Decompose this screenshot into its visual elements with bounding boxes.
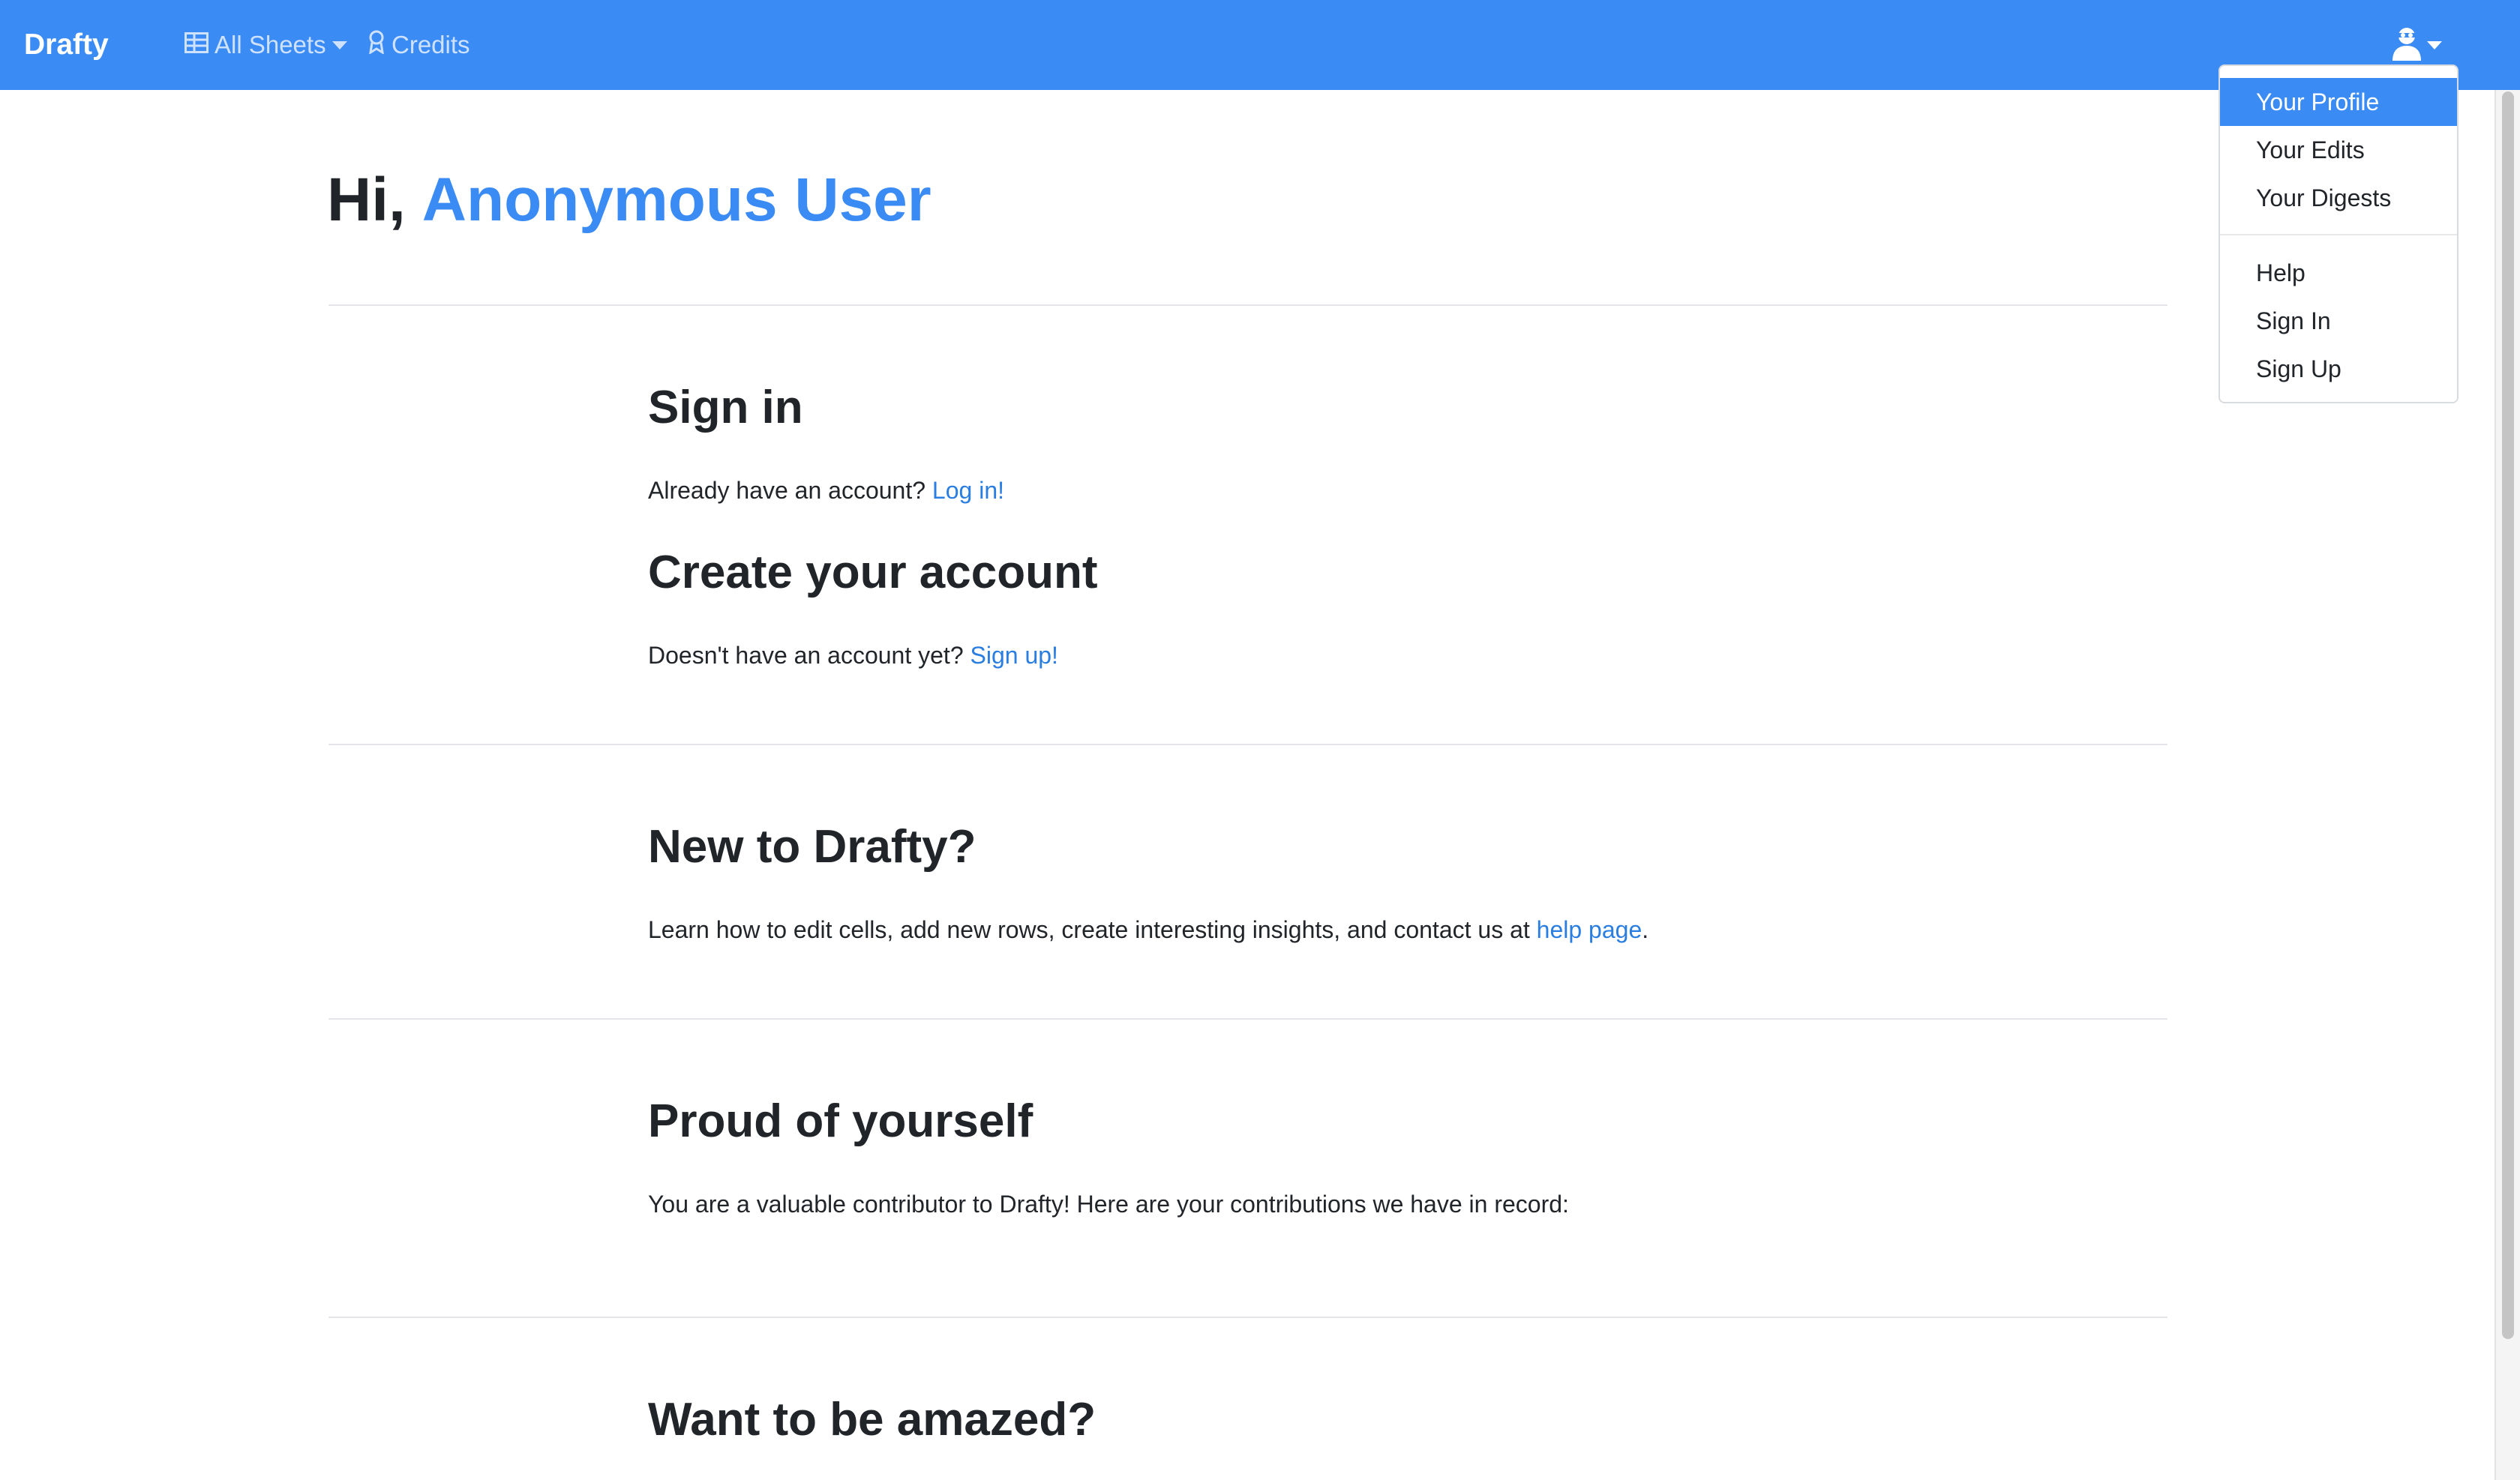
brand-logo[interactable]: Drafty bbox=[24, 0, 109, 90]
divider bbox=[328, 744, 2168, 745]
table-icon bbox=[184, 31, 214, 59]
page-scrollbar[interactable] bbox=[2494, 90, 2520, 1480]
sign-in-heading: Sign in bbox=[648, 382, 803, 433]
menu-item-help[interactable]: Help bbox=[2220, 249, 2457, 297]
create-account-text: Doesn't have an account yet? Sign up! bbox=[648, 639, 1058, 672]
help-page-link[interactable]: help page bbox=[1537, 916, 1642, 943]
menu-item-sign-up[interactable]: Sign Up bbox=[2220, 345, 2457, 393]
new-to-drafty-description: Learn how to edit cells, add new rows, c… bbox=[648, 916, 1530, 943]
user-menu-toggle[interactable] bbox=[2391, 22, 2442, 67]
award-icon bbox=[368, 30, 392, 60]
menu-divider bbox=[2220, 234, 2457, 235]
new-to-drafty-heading: New to Drafty? bbox=[648, 821, 976, 873]
create-account-heading: Create your account bbox=[648, 547, 1098, 598]
chevron-down-icon bbox=[2427, 40, 2442, 49]
all-sheets-label: All Sheets bbox=[214, 31, 326, 58]
menu-item-sign-in[interactable]: Sign In bbox=[2220, 297, 2457, 345]
credits-label: Credits bbox=[392, 31, 470, 58]
divider bbox=[328, 1317, 2168, 1318]
log-in-link[interactable]: Log in! bbox=[932, 477, 1004, 504]
top-navbar: Drafty All Sheets Credits bbox=[0, 0, 2520, 90]
greeting-prefix: Hi, bbox=[327, 166, 406, 234]
user-name: Anonymous User bbox=[422, 166, 932, 234]
user-dropdown-menu: Your Profile Your Edits Your Digests Hel… bbox=[2218, 64, 2458, 403]
period: . bbox=[1642, 916, 1649, 943]
scrollbar-thumb[interactable] bbox=[2502, 91, 2514, 1339]
menu-item-your-edits[interactable]: Your Edits bbox=[2220, 126, 2457, 174]
all-sheets-dropdown[interactable]: All Sheets bbox=[184, 0, 347, 90]
page-title: Hi, Anonymous User bbox=[327, 159, 932, 241]
create-account-prompt: Doesn't have an account yet? bbox=[648, 642, 964, 669]
sign-in-text: Already have an account? Log in! bbox=[648, 474, 1004, 507]
anonymous-user-icon bbox=[2391, 25, 2422, 65]
amazed-heading: Want to be amazed? bbox=[648, 1394, 1096, 1446]
sign-up-link[interactable]: Sign up! bbox=[970, 642, 1058, 669]
sign-in-prompt: Already have an account? bbox=[648, 477, 926, 504]
proud-text: You are a valuable contributor to Drafty… bbox=[648, 1191, 1569, 1218]
chevron-down-icon bbox=[332, 40, 347, 49]
proud-heading: Proud of yourself bbox=[648, 1095, 1034, 1147]
divider bbox=[328, 1018, 2168, 1020]
divider bbox=[328, 304, 2168, 306]
credits-link[interactable]: Credits bbox=[368, 0, 470, 90]
new-to-drafty-text: Learn how to edit cells, add new rows, c… bbox=[648, 913, 1648, 946]
menu-item-your-profile[interactable]: Your Profile bbox=[2220, 78, 2457, 126]
menu-item-your-digests[interactable]: Your Digests bbox=[2220, 174, 2457, 222]
